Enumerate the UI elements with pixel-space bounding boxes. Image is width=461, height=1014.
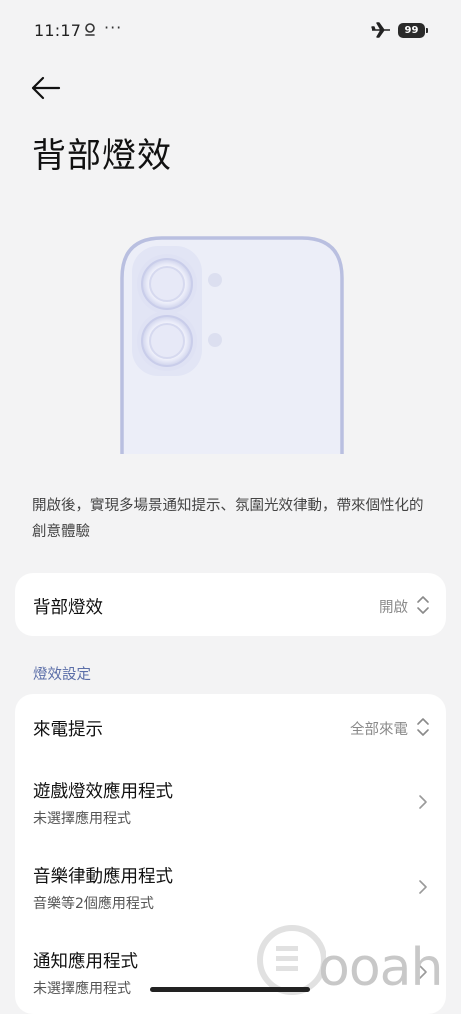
row-label: 遊戲燈效應用程式 xyxy=(33,782,173,802)
chevron-right-icon xyxy=(418,879,428,895)
phone-back-illustration xyxy=(110,228,350,458)
section-header: 燈效設定 xyxy=(33,667,91,683)
row-label: 音樂律動應用程式 xyxy=(33,867,173,887)
status-time: 11:17 xyxy=(34,21,82,40)
back-button[interactable] xyxy=(30,74,62,102)
chevron-right-icon xyxy=(418,794,428,810)
row-subtitle: 未選擇應用程式 xyxy=(33,981,131,997)
more-notifications-icon: ··· xyxy=(104,18,123,37)
back-arrow-icon xyxy=(31,76,61,100)
home-indicator[interactable] xyxy=(150,987,310,992)
row-value: 開啟 xyxy=(379,600,408,616)
page-title: 背部燈效 xyxy=(32,136,172,176)
row-label: 來電提示 xyxy=(33,720,103,740)
game-light-apps-row[interactable]: 遊戲燈效應用程式 未選擇應用程式 xyxy=(15,764,446,844)
row-value: 全部來電 xyxy=(350,722,408,738)
airplane-icon xyxy=(371,22,391,42)
main-toggle-card: 背部燈效 開啟 xyxy=(15,573,446,636)
up-down-icon xyxy=(416,595,430,615)
watermark-text: ooah xyxy=(318,938,443,998)
row-label: 背部燈效 xyxy=(33,598,103,618)
location-pin-icon xyxy=(84,22,96,41)
battery-indicator: 99 xyxy=(398,23,428,38)
back-light-effect-row[interactable]: 背部燈效 開啟 xyxy=(15,573,446,636)
row-subtitle: 未選擇應用程式 xyxy=(33,811,131,827)
incoming-call-row[interactable]: 來電提示 全部來電 xyxy=(15,694,446,760)
feature-description: 開啟後，實現多場景通知提示、氛圍光效律動，帶來個性化的創意體驗 xyxy=(32,498,424,540)
row-subtitle: 音樂等2個應用程式 xyxy=(33,896,154,912)
status-bar: 11:17 ··· 99 xyxy=(0,0,461,60)
up-down-icon xyxy=(416,717,430,737)
row-label: 通知應用程式 xyxy=(33,952,138,972)
music-rhythm-apps-row[interactable]: 音樂律動應用程式 音樂等2個應用程式 xyxy=(15,849,446,929)
